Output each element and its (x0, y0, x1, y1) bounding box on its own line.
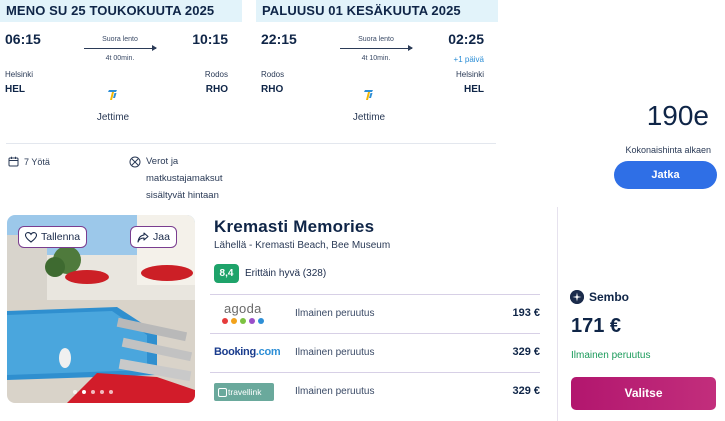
outbound-route-type: Suora lento (102, 36, 138, 43)
offer-price: 329 € (512, 346, 540, 358)
nights-label: 7 Yötä (24, 156, 50, 167)
hotel-nearby: Lähellä - Kremasti Beach, Bee Museum (214, 240, 391, 251)
booking-logo: Booking.com (212, 340, 281, 366)
select-button[interactable]: Valitse (571, 377, 716, 410)
sembo-logo-icon (570, 290, 584, 304)
return-arrival-code: HEL (464, 84, 484, 95)
return-departure-time: 22:15 (261, 31, 297, 47)
pagination-dot[interactable] (100, 390, 104, 394)
price-label: Kokonaishinta alkaen (625, 145, 711, 155)
offer-cancellation: Ilmainen peruutus (295, 308, 375, 319)
outbound-arrival-code: RHO (205, 84, 228, 95)
outbound-route: Suora lento 4t 00min. (72, 36, 168, 62)
return-airline: Jettime (352, 112, 386, 123)
outbound-departure-time: 06:15 (5, 31, 41, 47)
offer-row[interactable]: travellink Ilmainen peruutus 329 € (210, 372, 540, 410)
rating-badge: 8,4 (214, 264, 239, 283)
pagination-dot[interactable] (91, 390, 95, 394)
pagination-dot[interactable] (109, 390, 113, 394)
offer-cancellation: Ilmainen peruutus (295, 386, 375, 397)
taxes-note: Verot ja matkustajamaksut sisältyvät hin… (146, 156, 223, 201)
return-flight-panel: PALUUSU 01 KESÄKUUTA 2025 22:15 Suora le… (256, 0, 498, 140)
agoda-dots-icon (222, 318, 264, 324)
share-icon (137, 231, 149, 243)
return-route: Suora lento 4t 10min. (328, 36, 424, 62)
travellink-logo: travellink (212, 379, 278, 405)
sembo-name: Sembo (589, 290, 630, 304)
offer-price: 193 € (512, 307, 540, 319)
booking-wordmark: Booking.com (214, 346, 281, 358)
taxes-info: Verot ja matkustajamaksut sisältyvät hin… (129, 156, 246, 204)
arrow-right-icon (84, 45, 157, 51)
jettime-logo-icon (364, 90, 373, 100)
jettime-logo-icon (108, 90, 117, 100)
arrow-right-icon (340, 45, 413, 51)
offer-row[interactable]: agoda Ilmainen peruutus 193 € (210, 294, 540, 332)
return-departure-city: Rodos (261, 70, 285, 79)
no-fees-icon (129, 156, 141, 168)
outbound-header: MENO SU 25 TOUKOKUUTA 2025 (0, 0, 242, 22)
hotel-photo[interactable]: Tallenna Jaa (7, 215, 195, 403)
plus-day-note: +1 päivä (453, 55, 484, 64)
return-arrival-city: Helsinki (455, 70, 484, 79)
sembo-provider: Sembo (570, 290, 629, 304)
offer-cancellation: Ilmainen peruutus (295, 347, 375, 358)
calendar-icon (8, 156, 19, 167)
outbound-airline: Jettime (96, 112, 130, 123)
outbound-departure-city: Helsinki (5, 70, 34, 79)
outbound-arrival-city: Rodos (204, 70, 228, 79)
featured-price: 171 € (571, 315, 622, 337)
outbound-arrival-time: 10:15 (192, 31, 228, 47)
package-price: 190e (646, 100, 709, 131)
agoda-wordmark: agoda (224, 301, 262, 316)
divider (557, 207, 558, 421)
return-duration: 4t 10min. (361, 55, 391, 62)
return-header: PALUUSU 01 KESÄKUUTA 2025 (256, 0, 498, 22)
offer-row[interactable]: Booking.com Ilmainen peruutus 329 € (210, 333, 540, 371)
nights-info: 7 Yötä (8, 156, 50, 167)
return-arrival-time: 02:25 (448, 31, 484, 47)
save-label: Tallenna (41, 231, 81, 243)
return-route-type: Suora lento (358, 36, 394, 43)
rating-text: Erittäin hyvä (328) (245, 268, 327, 279)
agoda-logo: agoda (212, 301, 278, 327)
photo-pagination[interactable] (73, 390, 113, 394)
share-button[interactable]: Jaa (130, 226, 177, 248)
travellink-badge: travellink (214, 383, 274, 401)
outbound-duration: 4t 00min. (105, 55, 135, 62)
continue-button[interactable]: Jatka (614, 161, 717, 189)
featured-cancellation: Ilmainen peruutus (571, 350, 651, 361)
save-button[interactable]: Tallenna (18, 226, 88, 248)
heart-icon (25, 231, 37, 243)
hotel-rating: 8,4 Erittäin hyvä (328) (214, 264, 326, 283)
outbound-flight-panel: MENO SU 25 TOUKOKUUTA 2025 06:15 Suora l… (0, 0, 242, 140)
hotel-name[interactable]: Kremasti Memories (214, 217, 374, 237)
divider (6, 143, 496, 144)
pagination-dot[interactable] (82, 390, 86, 394)
outbound-departure-code: HEL (5, 84, 25, 95)
return-departure-code: RHO (261, 84, 284, 95)
share-label: Jaa (153, 231, 170, 243)
offer-price: 329 € (512, 385, 540, 397)
pagination-dot[interactable] (73, 390, 77, 394)
